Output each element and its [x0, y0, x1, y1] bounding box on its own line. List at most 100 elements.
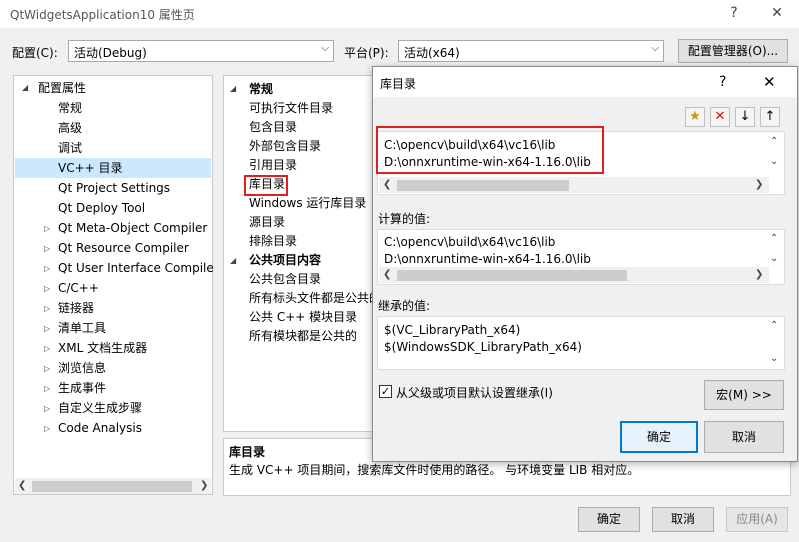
collapsed-triangle-icon[interactable]: ▷: [44, 244, 50, 253]
scroll-right-icon[interactable]: ❯: [200, 480, 208, 491]
computed-line: D:\onnxruntime-win-x64-1.16.0\lib: [384, 252, 591, 266]
tree-root[interactable]: 配置属性: [38, 78, 86, 98]
scroll-up-icon[interactable]: ⌃: [770, 136, 778, 147]
computed-hscrollbar[interactable]: ❮ ❯: [379, 267, 769, 283]
scroll-right-icon[interactable]: ❯: [755, 179, 763, 190]
tree-panel: ◢ 配置属性 常规 高级 调试 VC++ 目录 Qt Project Settings Q…: [13, 75, 214, 495]
dialog-title-bar: 库目录 ? ✕: [373, 67, 797, 97]
tree-item[interactable]: XML 文档生成器: [58, 338, 147, 358]
entries-hscrollbar[interactable]: ❮ ❯: [379, 177, 769, 193]
prop-group-general[interactable]: 常规: [249, 80, 273, 99]
computed-line: C:\opencv\build\x64\vc16\lib: [384, 235, 556, 249]
tree-item[interactable]: C/C++: [58, 278, 99, 298]
scroll-thumb[interactable]: [397, 180, 569, 191]
tree-item[interactable]: 浏览信息: [58, 358, 106, 378]
tree-hscrollbar[interactable]: ❮ ❯: [15, 478, 211, 494]
apply-button[interactable]: 应用(A): [726, 507, 788, 532]
inherited-label: 继承的值:: [378, 299, 431, 313]
collapsed-triangle-icon[interactable]: ▷: [44, 424, 50, 433]
tree-item[interactable]: 常规: [58, 98, 82, 118]
prop-row[interactable]: 可执行文件目录: [249, 99, 333, 118]
tree-item[interactable]: Qt Resource Compiler: [58, 238, 189, 258]
tree-item[interactable]: 调试: [58, 138, 82, 158]
config-label: 配置(C):: [12, 46, 58, 60]
dialog-help-icon[interactable]: ?: [719, 74, 726, 90]
prop-row[interactable]: 所有标头文件都是公共的: [249, 289, 381, 308]
expanded-triangle-icon[interactable]: ◢: [230, 84, 236, 93]
collapsed-triangle-icon[interactable]: ▷: [44, 364, 50, 373]
delete-icon[interactable]: ✕: [710, 107, 730, 127]
prop-row[interactable]: 所有模块都是公共的: [249, 327, 357, 346]
config-manager-button[interactable]: 配置管理器(O)...: [678, 39, 788, 63]
prop-row[interactable]: 外部包含目录: [249, 137, 321, 156]
tree-item[interactable]: Code Analysis: [58, 418, 142, 438]
inherit-checkbox-label[interactable]: 从父级或项目默认设置继承(I): [396, 384, 553, 401]
close-icon[interactable]: ✕: [765, 4, 789, 24]
tree-item[interactable]: 生成事件: [58, 378, 106, 398]
scroll-down-icon[interactable]: ⌄: [770, 353, 778, 364]
prop-row[interactable]: 包含目录: [249, 118, 297, 137]
highlight-box: [244, 175, 288, 196]
collapsed-triangle-icon[interactable]: ▷: [44, 404, 50, 413]
scroll-left-icon[interactable]: ❮: [383, 269, 391, 280]
prop-group-public[interactable]: 公共项目内容: [249, 251, 321, 270]
tree-item[interactable]: 高级: [58, 118, 82, 138]
highlight-box: [376, 126, 604, 174]
config-select[interactable]: 活动(Debug) ⌵: [68, 40, 334, 62]
scroll-up-icon[interactable]: ⌃: [770, 233, 778, 244]
prop-row[interactable]: 公共包含目录: [249, 270, 321, 289]
macro-button[interactable]: 宏(M) >>: [704, 380, 784, 410]
description-title: 库目录: [229, 445, 266, 459]
platform-select[interactable]: 活动(x64) ⌵: [398, 40, 664, 62]
prop-row[interactable]: 源目录: [249, 213, 285, 232]
scroll-down-icon[interactable]: ⌄: [770, 156, 778, 167]
chevron-down-icon: ⌵: [321, 43, 329, 54]
new-line-icon[interactable]: ★: [685, 107, 705, 127]
inherit-checkbox[interactable]: ✓: [379, 385, 392, 398]
dialog-title: 库目录: [380, 77, 417, 91]
scroll-thumb[interactable]: [32, 481, 192, 492]
move-down-icon[interactable]: ↓: [735, 107, 755, 127]
inherited-box: $(VC_LibraryPath_x64) $(WindowsSDK_Libra…: [377, 316, 785, 370]
tree-item[interactable]: VC++ 目录: [15, 158, 211, 178]
description-text: 生成 VC++ 项目期间，搜索库文件时使用的路径。 与环境变量 LIB 相对应。: [229, 463, 640, 477]
dialog-close-icon[interactable]: ✕: [763, 73, 776, 91]
ok-button[interactable]: 确定: [578, 507, 640, 532]
collapsed-triangle-icon[interactable]: ▷: [44, 284, 50, 293]
config-value: 活动(Debug): [74, 46, 147, 60]
collapsed-triangle-icon[interactable]: ▷: [44, 224, 50, 233]
tree-item[interactable]: Qt Deploy Tool: [58, 198, 145, 218]
tree-item[interactable]: 清单工具: [58, 318, 106, 338]
expanded-triangle-icon[interactable]: ◢: [22, 83, 28, 92]
library-dirs-dialog: 库目录 ? ✕ ★ ✕ ↓ ↑ C:\opencv\build\x64\vc16…: [372, 66, 798, 462]
dialog-cancel-button[interactable]: 取消: [704, 421, 784, 453]
tree-item[interactable]: 链接器: [58, 298, 94, 318]
computed-label: 计算的值:: [378, 212, 431, 226]
collapsed-triangle-icon[interactable]: ▷: [44, 344, 50, 353]
title-bar: QtWidgetsApplication10 属性页 ? ✕: [0, 0, 799, 28]
scroll-left-icon[interactable]: ❮: [18, 480, 26, 491]
scroll-left-icon[interactable]: ❮: [383, 179, 391, 190]
prop-row[interactable]: 排除目录: [249, 232, 297, 251]
platform-value: 活动(x64): [404, 46, 460, 60]
scroll-right-icon[interactable]: ❯: [755, 269, 763, 280]
prop-row[interactable]: 公共 C++ 模块目录: [249, 308, 357, 327]
expanded-triangle-icon[interactable]: ◢: [230, 256, 236, 265]
scroll-up-icon[interactable]: ⌃: [770, 320, 778, 331]
help-icon[interactable]: ?: [722, 4, 746, 24]
tree-item[interactable]: Qt Meta-Object Compiler: [58, 218, 207, 238]
cancel-button[interactable]: 取消: [652, 507, 714, 532]
collapsed-triangle-icon[interactable]: ▷: [44, 304, 50, 313]
collapsed-triangle-icon[interactable]: ▷: [44, 264, 50, 273]
tree-item[interactable]: Qt User Interface Compile: [58, 258, 214, 278]
prop-row[interactable]: 引用目录: [249, 156, 297, 175]
prop-row[interactable]: Windows 运行库目录: [249, 194, 366, 213]
dialog-ok-button[interactable]: 确定: [620, 421, 698, 453]
scroll-thumb[interactable]: [397, 270, 627, 281]
scroll-down-icon[interactable]: ⌄: [770, 253, 778, 264]
tree-item[interactable]: 自定义生成步骤: [58, 398, 142, 418]
collapsed-triangle-icon[interactable]: ▷: [44, 324, 50, 333]
collapsed-triangle-icon[interactable]: ▷: [44, 384, 50, 393]
tree-item[interactable]: Qt Project Settings: [58, 178, 170, 198]
move-up-icon[interactable]: ↑: [760, 107, 780, 127]
